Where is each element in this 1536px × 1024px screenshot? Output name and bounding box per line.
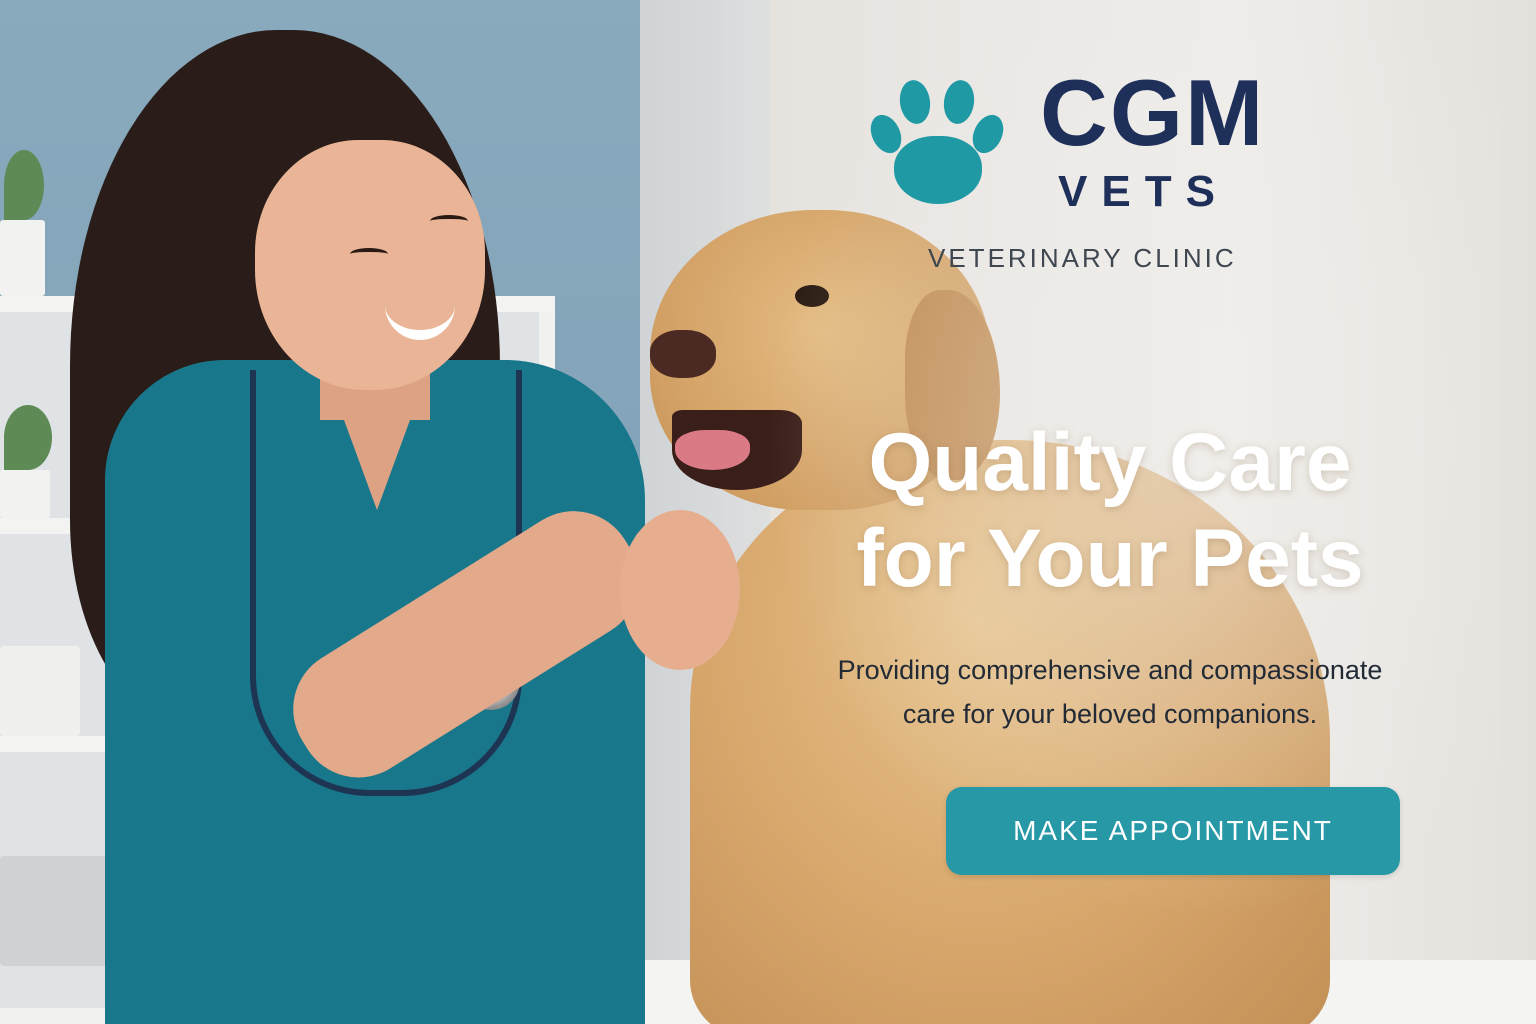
headline-line-1: Quality Care bbox=[868, 417, 1352, 508]
hero-headline: Quality Care for Your Pets bbox=[790, 415, 1430, 607]
paw-icon bbox=[864, 76, 1010, 208]
plant-pot bbox=[0, 470, 50, 518]
make-appointment-button[interactable]: MAKE APPOINTMENT bbox=[946, 787, 1400, 875]
brand-tagline: VETERINARY CLINIC bbox=[928, 243, 1237, 273]
subtext-line-2: care for your beloved companions. bbox=[902, 699, 1318, 729]
subtext-line-1: Providing comprehensive and compassionat… bbox=[837, 655, 1383, 685]
brand-name: CGM bbox=[1040, 60, 1266, 165]
brand-subname: VETS bbox=[1058, 167, 1229, 216]
brand-logo[interactable]: CGM VETS bbox=[864, 66, 1312, 222]
plant-pot bbox=[0, 220, 45, 296]
hero-subtext: Providing comprehensive and compassionat… bbox=[780, 648, 1440, 736]
headline-line-2: for Your Pets bbox=[856, 513, 1364, 604]
